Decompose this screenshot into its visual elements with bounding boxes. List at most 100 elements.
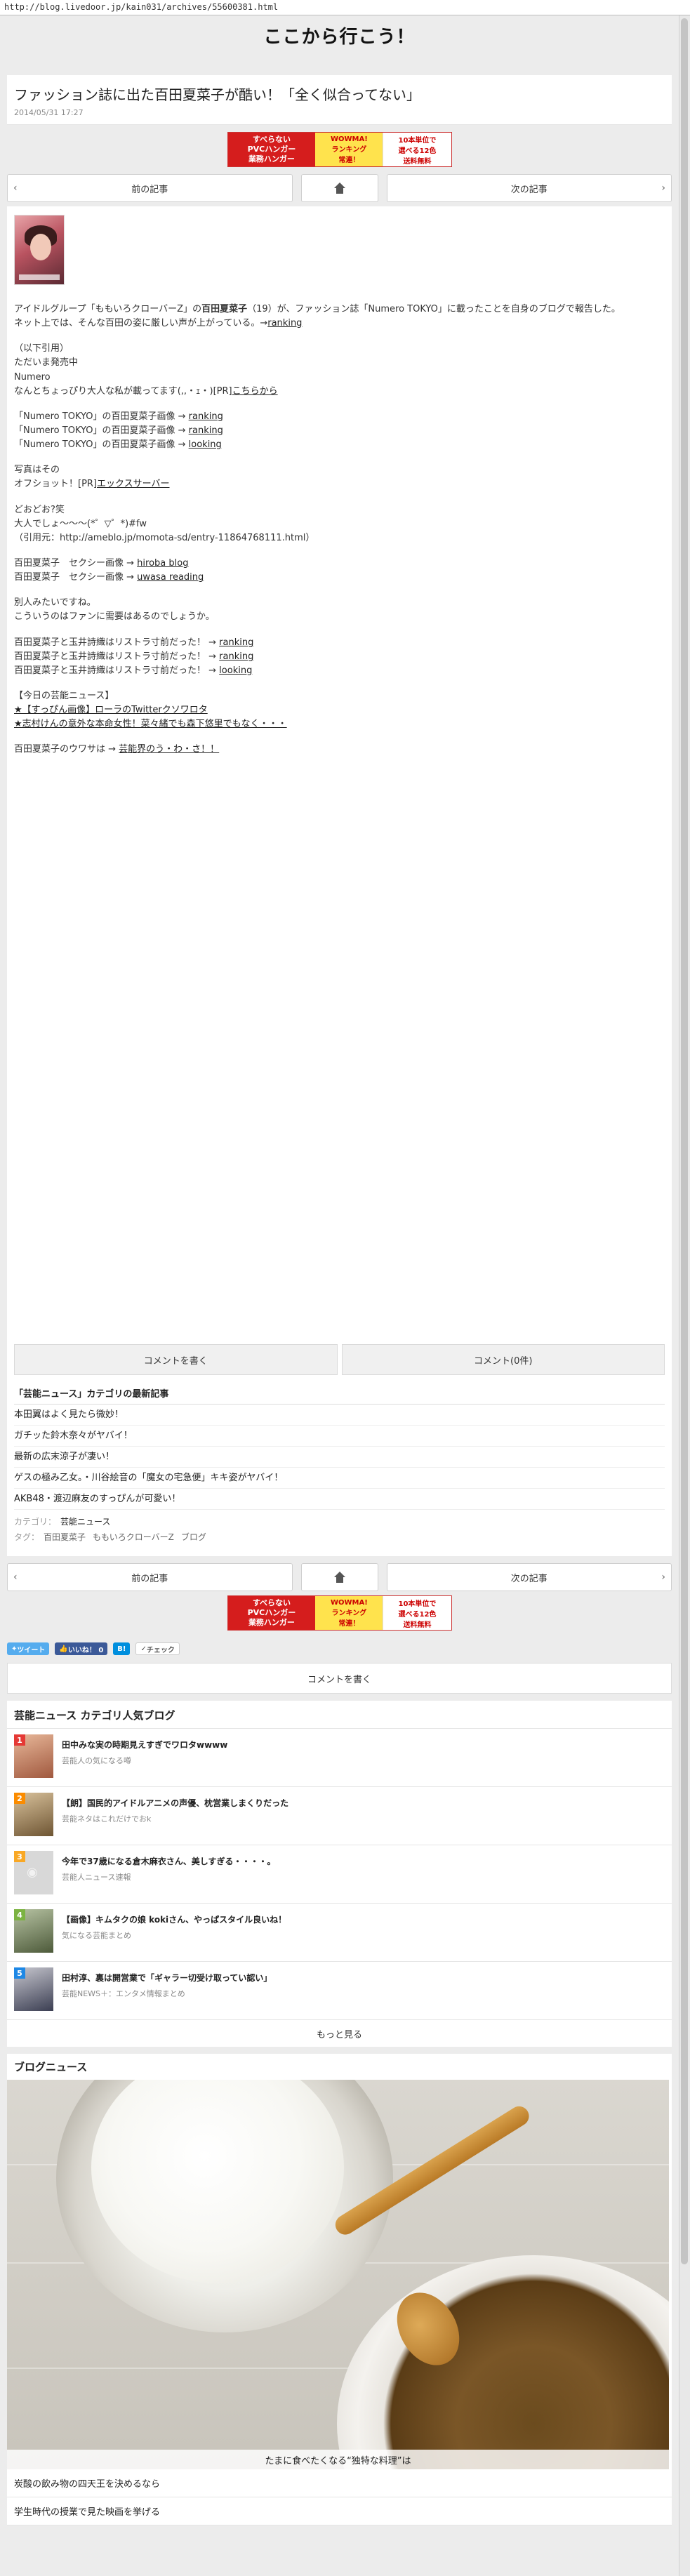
blog-news-item[interactable]: 炭酸の飲み物の四天王を決めるなら — [7, 2469, 672, 2497]
prev-article-label: 前の記事 — [131, 184, 168, 195]
chevron-left-icon: ‹ — [13, 1572, 18, 1583]
article-title: ファッション誌に出た百田夏菜子が酷い！「全く似合ってない」 — [14, 86, 420, 103]
image-line-text: 「Numero TOKYO」の百田夏菜子画像 → — [14, 425, 186, 436]
restra-line-link[interactable]: looking — [219, 665, 252, 676]
quote-pr-link[interactable]: こちらから — [232, 386, 278, 397]
banner-mid-line3: 常連！ — [338, 1619, 360, 1628]
comment-bar: コメントを書く コメント(0件) — [7, 1344, 672, 1375]
latest-item[interactable]: ガチッた鈴木奈々がヤバイ！ — [14, 1426, 665, 1447]
ranking-thumbnail: 3 ◉ — [14, 1851, 53, 1894]
rumor-link[interactable]: 芸能界のう・わ・さ！！ — [119, 744, 219, 755]
write-comment-button-bottom[interactable]: コメントを書く — [7, 1663, 672, 1694]
facebook-like-button[interactable]: 👍 いいね！ 0 — [55, 1642, 108, 1655]
banner-right-line3: 送料無料 — [403, 1621, 432, 1629]
more-button[interactable]: もっと見る — [7, 2020, 672, 2047]
latest-item[interactable]: ゲスの極み乙女。・川谷絵音の「魔女の宅急便」キキ姿がヤバイ！ — [14, 1468, 665, 1489]
home-button[interactable] — [300, 174, 378, 202]
scroll-thumb[interactable] — [681, 18, 688, 2264]
ranking-item[interactable]: 2 【朗】国民的アイドルアニメの声優、枕営業しまくりだった 芸能ネタはこれだけで… — [7, 1787, 672, 1845]
mixi-check-button[interactable]: ✓ チェック — [135, 1642, 180, 1655]
tag-link[interactable]: 百田夏菜子 — [44, 1532, 86, 1542]
ranking-item[interactable]: 5 田村淳、裏は開営業で「ギャラー切受け取ってい認い」 芸能NEWS＋：エンタメ… — [7, 1962, 672, 2020]
quote-line4: なんとちょっぴり大人な私が載ってます(,,・ｪ・)[PR] — [14, 385, 232, 397]
prev-article-button[interactable]: ‹ 前の記事 — [7, 174, 293, 202]
latest-item[interactable]: 最新の広末涼子が凄い！ — [14, 1447, 665, 1468]
ranking-thumbnail: 1 — [14, 1734, 53, 1778]
article-card: ファッション誌に出た百田夏菜子が酷い！「全く似合ってない」 2014/05/31… — [7, 75, 672, 125]
ranking-thumbnail: 5 — [14, 1967, 53, 2011]
tag-label: タグ： — [14, 1532, 40, 1542]
image-line-link[interactable]: looking — [189, 439, 222, 450]
category-label: カテゴリ： — [14, 1517, 57, 1527]
intro-link[interactable]: ranking — [267, 318, 302, 328]
sexy-line-text: 百田夏菜子 セクシー画像 → — [14, 572, 135, 583]
category-link[interactable]: 芸能ニュース — [60, 1517, 110, 1527]
article-header: ファッション誌に出た百田夏菜子が酷い！「全く似合ってない」 2014/05/31… — [7, 75, 672, 125]
latest-item[interactable]: AKB48・渡辺麻友のすっぴんが可愛い！ — [14, 1489, 665, 1510]
blog-news-item[interactable]: 学生時代の授業で見た映画を挙げる — [7, 2497, 672, 2525]
url-text: http://blog.livedoor.jp/kain031/archives… — [4, 2, 279, 12]
photo-line2: オフショット！[PR] — [14, 479, 98, 490]
today-item-link[interactable]: ★志村けんの意外な本命女性！菜々緒でも森下悠里でもなく・・・ — [14, 719, 287, 729]
restra-line-link[interactable]: ranking — [219, 637, 253, 648]
prev-article-button[interactable]: ‹ 前の記事 — [7, 1563, 293, 1591]
ranking-item[interactable]: 4 【画像】キムタクの娘 kokiさん、やっぱスタイル良いね！ 気になる芸能まと… — [7, 1904, 672, 1962]
home-icon — [333, 1572, 346, 1583]
next-article-button[interactable]: 次の記事 › — [386, 174, 672, 202]
prev-article-label: 前の記事 — [131, 1573, 168, 1584]
ranking-title: 【画像】キムタクの娘 kokiさん、やっぱスタイル良いね！ — [62, 1915, 287, 1925]
chevron-right-icon: › — [661, 1572, 665, 1583]
rank-number: 4 — [14, 1909, 25, 1920]
latest-item[interactable]: 本田翼はよく見たら微妙！ — [14, 1405, 665, 1426]
ending-source: （引用元：http://ameblo.jp/momota-sd/entry-11… — [14, 532, 315, 543]
restra-line-text: 百田夏菜子と玉井詩織はリストラ寸前だった！ → — [14, 637, 217, 648]
xserver-link[interactable]: エックスサーバー — [97, 479, 169, 489]
quote-line1: （以下引用） — [14, 343, 69, 354]
ranking-item[interactable]: 1 田中みな実の時期見えすぎでワロタwwww 芸能人の気になる噂 — [7, 1729, 672, 1787]
tweet-label: ツイート — [17, 1646, 46, 1654]
ranking-title: 【朗】国民的アイドルアニメの声優、枕営業しまくりだった — [62, 1798, 289, 1808]
banner-left: すべらない PVCハンガー 業務ハンガー — [227, 1596, 316, 1630]
home-icon — [333, 182, 346, 194]
banner-mid-line1: WOWMA! — [331, 135, 368, 143]
tweet-button[interactable]: ✦ ツイート — [7, 1642, 50, 1655]
today-news: 【今日の芸能ニュース】 ★【すっぴん画像】ローラのTwitterクソワロタ ★志… — [14, 689, 665, 731]
sexy-line-link[interactable]: uwasa reading — [137, 572, 204, 583]
scrollbar[interactable] — [679, 15, 690, 2576]
sexy-line-text: 百田夏菜子 セクシー画像 → — [14, 557, 135, 569]
ad-banner[interactable]: すべらない PVCハンガー 業務ハンガー WOWMA! ランキング 常連！ 10… — [227, 1595, 452, 1631]
ending-line1: どおどお?笑 — [14, 504, 65, 515]
restra-line-link[interactable]: ranking — [219, 651, 253, 662]
banner-mid-line2: ランキング — [331, 145, 367, 154]
image-line-text: 「Numero TOKYO」の百田夏菜子画像 → — [14, 411, 186, 422]
tag-link[interactable]: ももいろクローバーZ — [93, 1532, 174, 1542]
article-date: 2014/05/31 17:27 — [14, 108, 84, 117]
photo-line1: 写真はその — [14, 465, 60, 476]
next-article-button[interactable]: 次の記事 › — [386, 1563, 672, 1591]
image-line-link[interactable]: ranking — [189, 411, 223, 422]
today-item-link[interactable]: ★【すっぴん画像】ローラのTwitterクソワロタ — [14, 705, 208, 715]
banner-left-line2: PVCハンガー — [247, 1607, 296, 1617]
ending-paragraph: どおどお?笑 大人でしょ～～～(*゜▽゜*)#fw （引用元：http://am… — [14, 503, 665, 545]
ranking-thumbnail: 2 — [14, 1793, 53, 1836]
site-title[interactable]: ここから行こう！ — [0, 22, 679, 48]
blog-news-photo[interactable]: たまに食べたくなる“独特な料理”は — [7, 2080, 669, 2469]
comment-count-button[interactable]: コメント(0件) — [341, 1344, 665, 1375]
ranking-text: 田村淳、裏は開営業で「ギャラー切受け取ってい認い」 芸能NEWS＋：エンタメ情報… — [62, 1967, 272, 2014]
other-line1: 別人みたいですね。 — [14, 597, 96, 609]
ad-banner[interactable]: すべらない PVCハンガー 業務ハンガー WOWMA! ランキング 常連！ 10… — [227, 132, 452, 167]
home-button[interactable] — [300, 1563, 378, 1591]
url-bar[interactable]: http://blog.livedoor.jp/kain031/archives… — [0, 0, 690, 15]
banner-left-line3: 業務ハンガー — [248, 154, 295, 164]
image-line-link[interactable]: ranking — [189, 425, 223, 436]
article-pager-top: ‹ 前の記事 次の記事 › — [0, 174, 679, 202]
banner-left-line1: すべらない — [252, 1598, 291, 1607]
like-label: いいね！ 0 — [67, 1646, 104, 1654]
article-thumbnail[interactable] — [14, 215, 65, 285]
sexy-line-link[interactable]: hiroba blog — [137, 558, 188, 569]
photo-curry-bowl — [337, 2255, 669, 2469]
tag-link[interactable]: ブログ — [181, 1532, 206, 1542]
ranking-item[interactable]: 3 ◉ 今年で37歳になる倉木麻衣さん、美しすぎる・・・・。 芸能人ニュース速報 — [7, 1845, 672, 1904]
hatena-bookmark-button[interactable]: B! — [113, 1642, 131, 1655]
write-comment-button[interactable]: コメントを書く — [14, 1344, 338, 1375]
